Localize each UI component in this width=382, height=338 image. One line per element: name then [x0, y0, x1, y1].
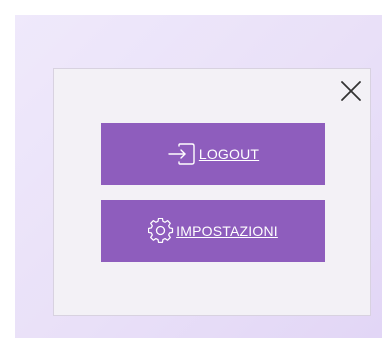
close-button[interactable] — [338, 78, 364, 104]
background-frame: LOGOUT IMPOSTAZIONI — [15, 15, 382, 338]
gear-icon — [148, 218, 174, 244]
menu-dialog: LOGOUT IMPOSTAZIONI — [53, 68, 371, 316]
logout-button-content: LOGOUT — [167, 142, 259, 166]
settings-button[interactable]: IMPOSTAZIONI — [101, 200, 325, 262]
logout-button[interactable]: LOGOUT — [101, 123, 325, 185]
close-icon — [341, 81, 361, 101]
logout-label: LOGOUT — [198, 146, 260, 162]
settings-label: IMPOSTAZIONI — [176, 223, 278, 239]
logout-icon — [168, 143, 195, 165]
settings-button-content: IMPOSTAZIONI — [148, 218, 278, 244]
